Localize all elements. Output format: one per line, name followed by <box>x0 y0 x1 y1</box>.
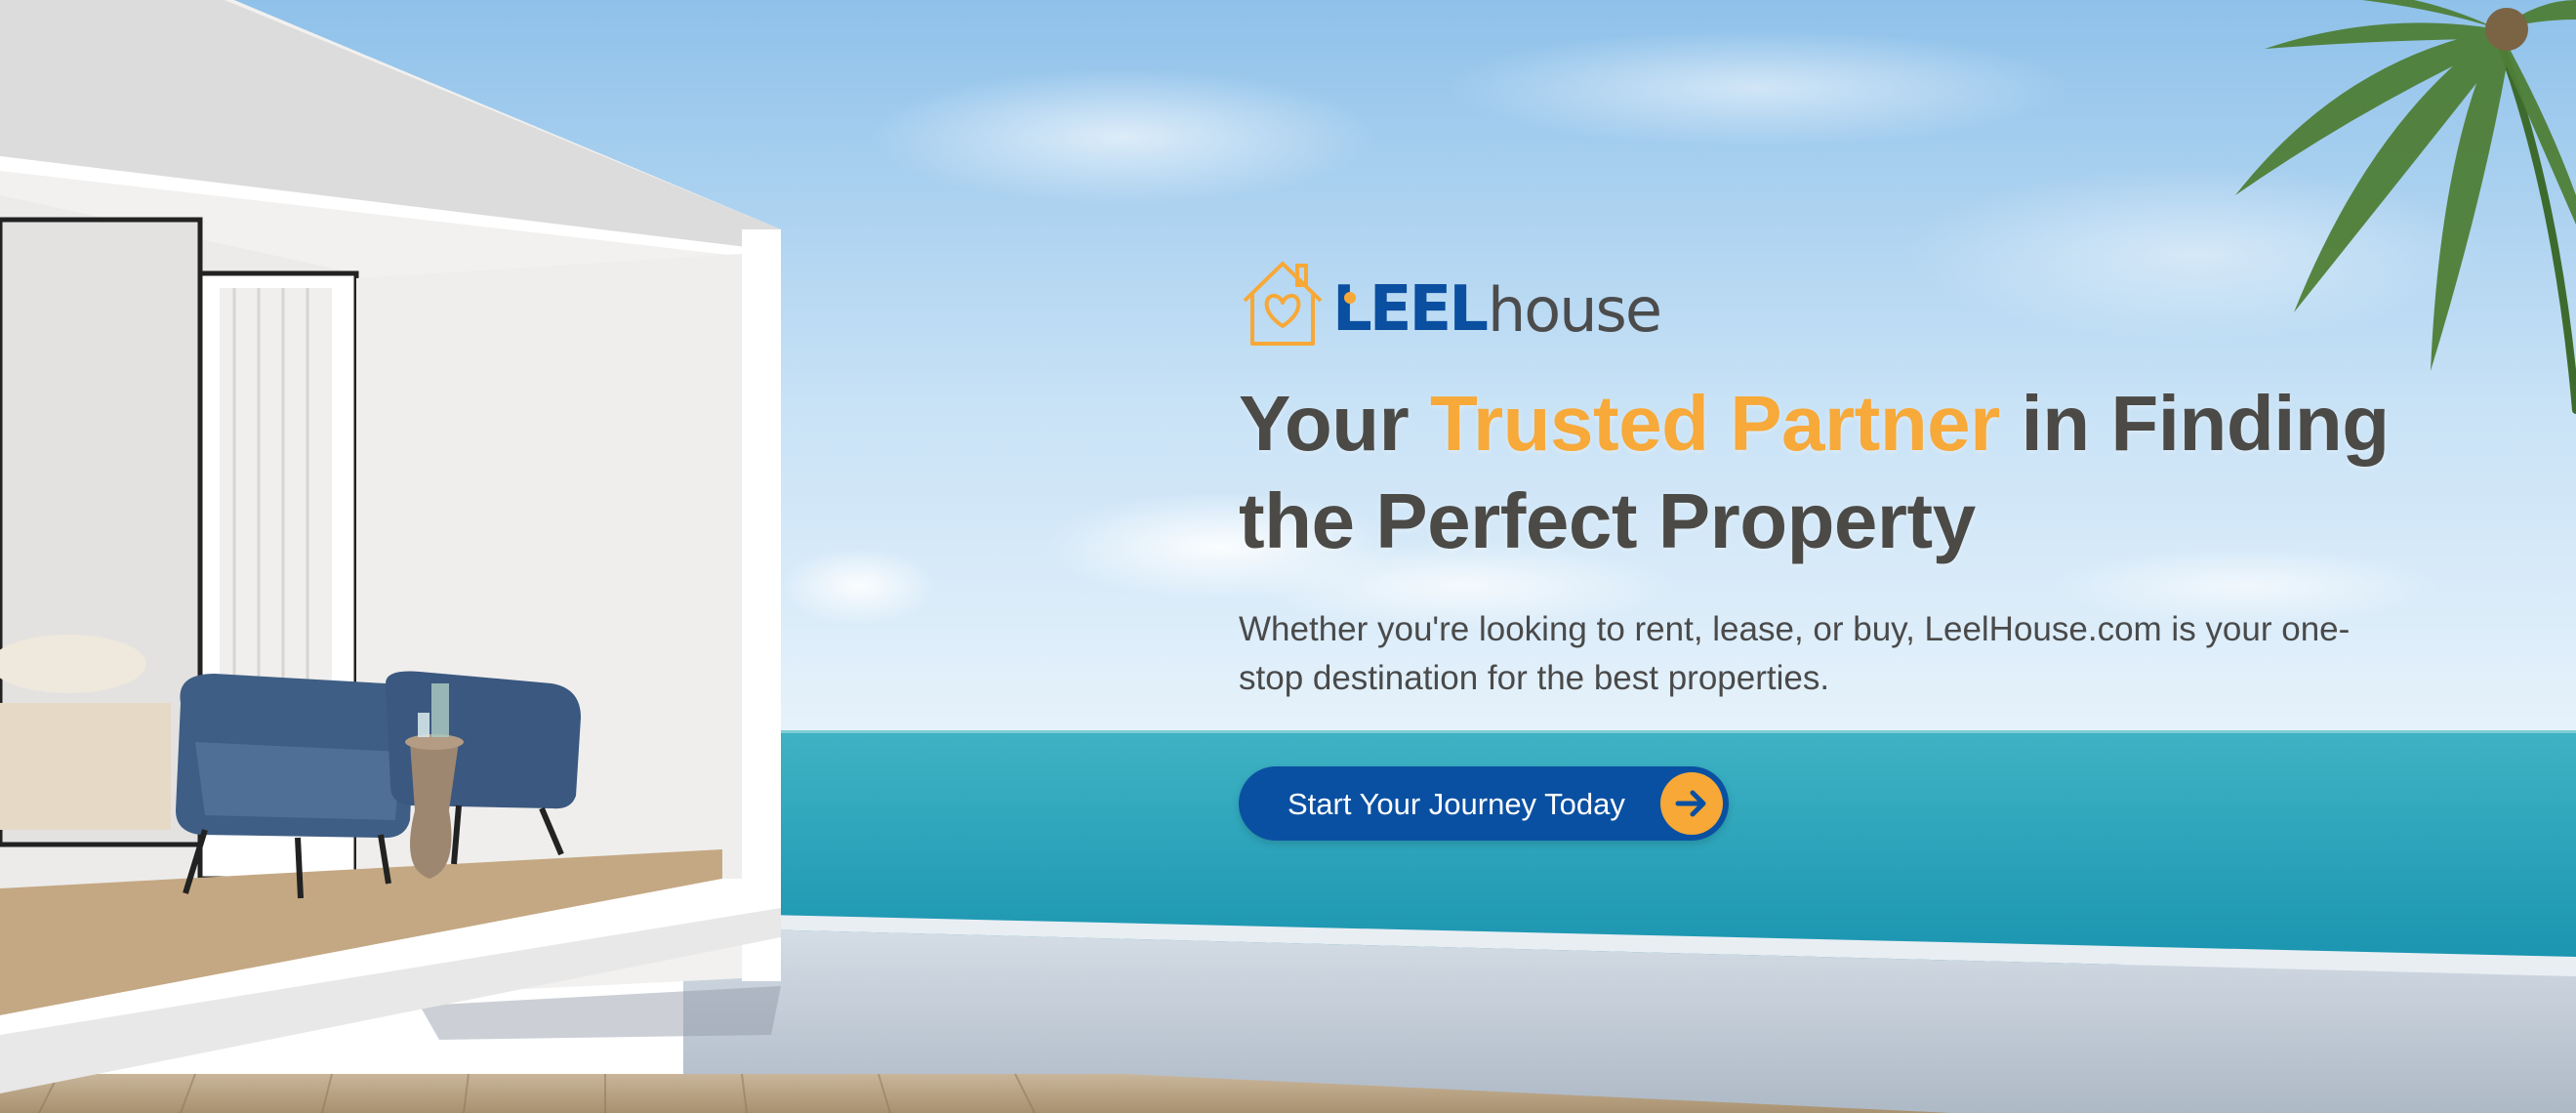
logo-wordmark-house: house <box>1488 274 1662 346</box>
hero-headline: Your Trusted Partner in Finding the Perf… <box>1239 375 2459 570</box>
hero-content: LEEL house Your Trusted Partner in Findi… <box>1239 252 2459 841</box>
headline-accent: Trusted Partner <box>1430 380 2000 467</box>
headline-lead: Your <box>1239 380 1431 467</box>
logo-wordmark-leel: LEEL <box>1332 273 1489 346</box>
arrow-right-icon <box>1659 772 1723 835</box>
cta-label: Start Your Journey Today <box>1288 786 1625 821</box>
hero-subtitle: Whether you're looking to rent, lease, o… <box>1239 610 2351 697</box>
start-journey-button[interactable]: Start Your Journey Today <box>1239 766 1729 841</box>
logo-dot <box>1344 292 1356 304</box>
brand-logo[interactable]: LEEL house <box>1239 252 2459 348</box>
house-heart-icon <box>1243 262 1323 346</box>
